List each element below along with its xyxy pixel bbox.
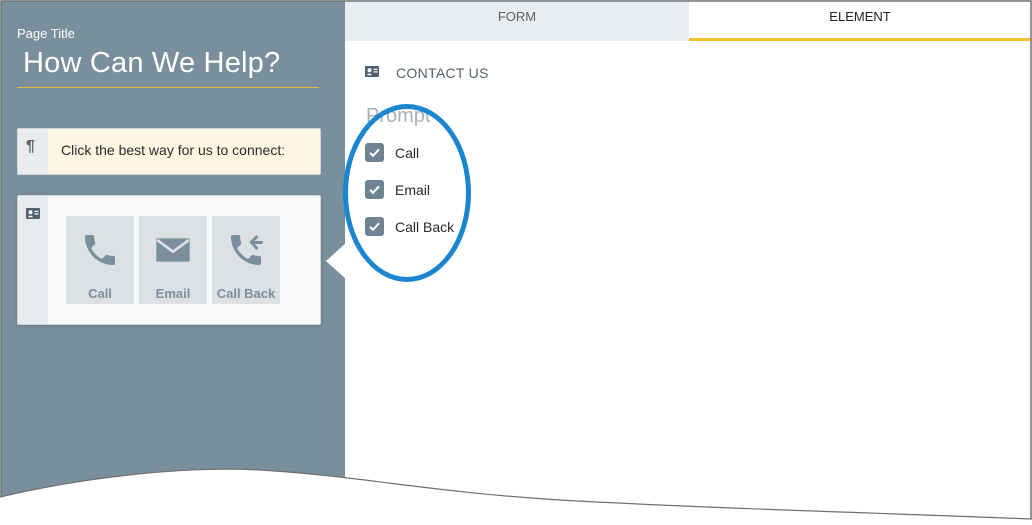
screenshot-frame: Page Title How Can We Help? ¶ Click the …	[0, 0, 1032, 525]
torn-edge-decoration	[0, 0, 1032, 525]
